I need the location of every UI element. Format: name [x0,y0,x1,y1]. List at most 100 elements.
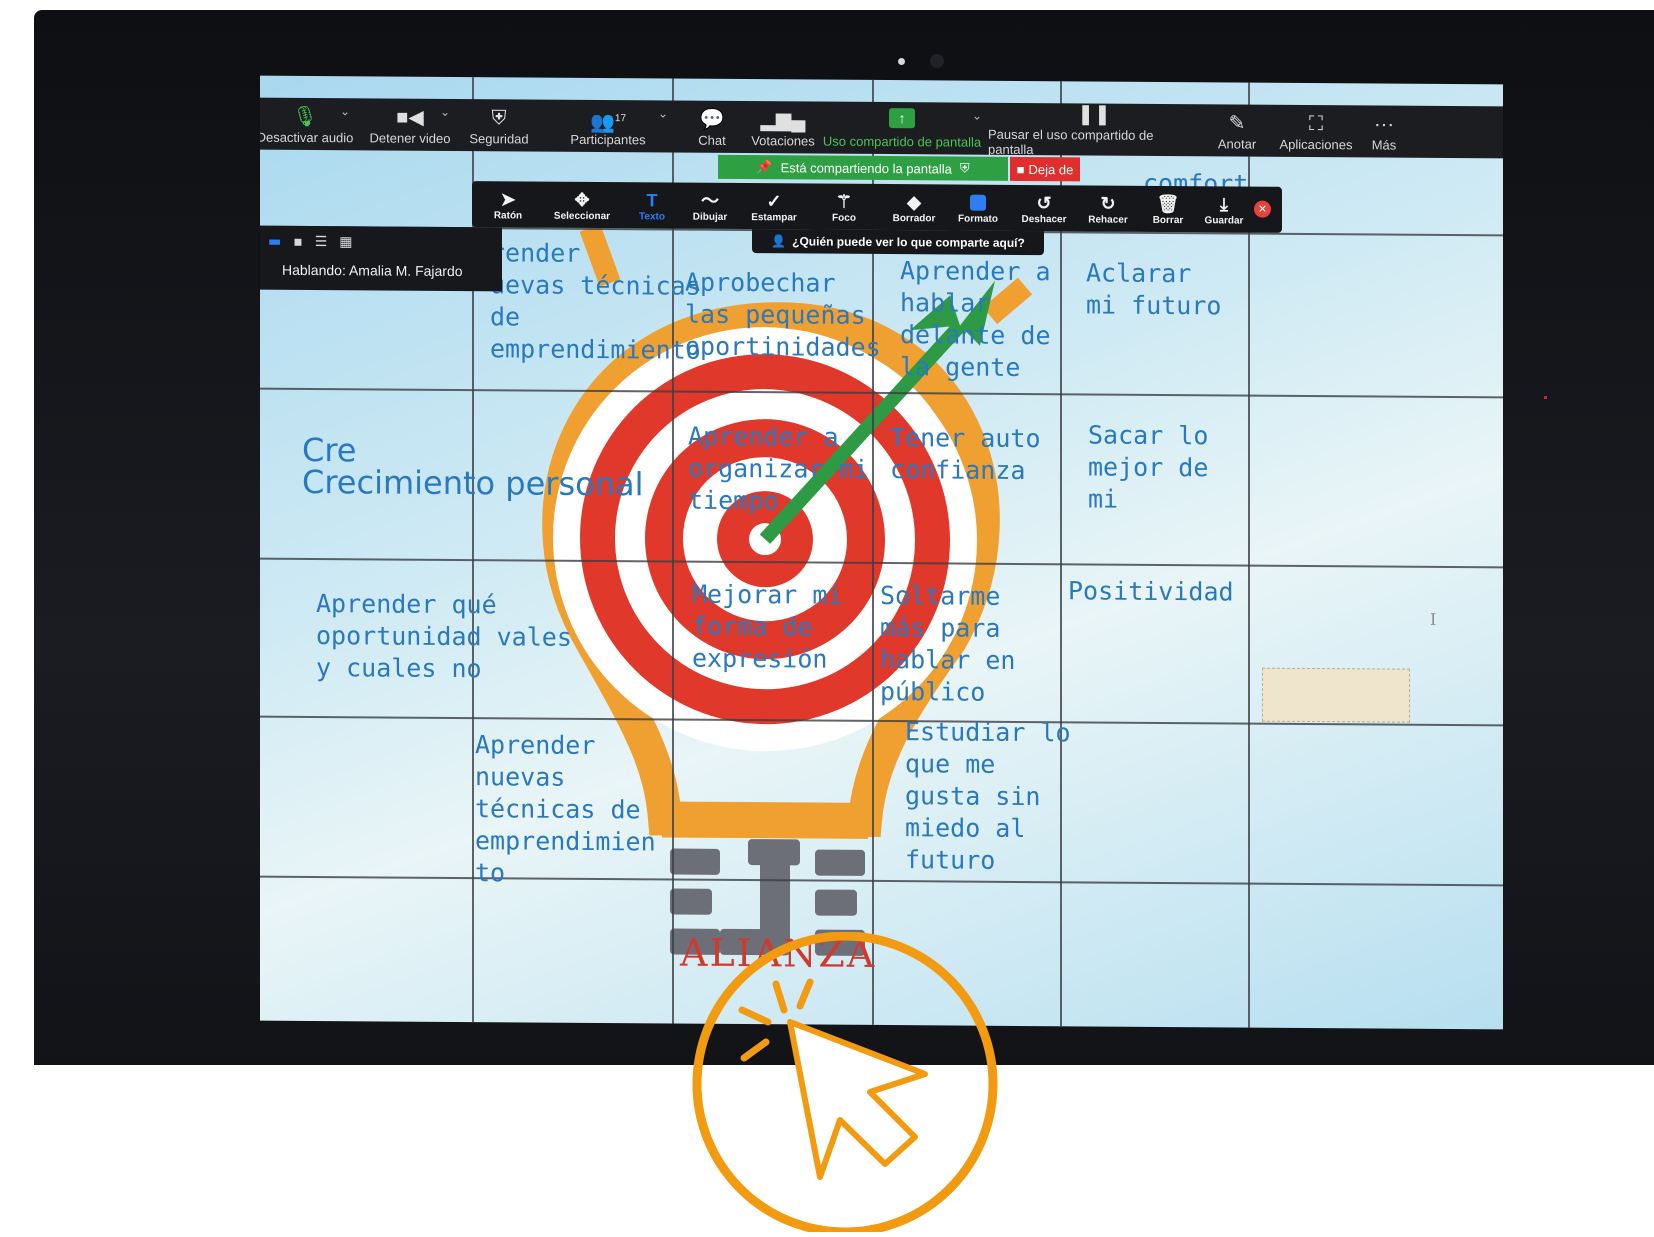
participants-icon: 👥17 [589,111,627,134]
board-cell-text[interactable]: Cre Crecimiento personal [302,431,643,503]
annotate-label: Anotar [1217,135,1257,152]
clear-button[interactable]: 🗑 Borrar [1136,188,1200,230]
chevron-down-icon[interactable]: ⌄ [972,109,982,123]
polls-label: Votaciones [751,132,815,149]
more-button[interactable]: ··· Más [1364,105,1404,157]
text-t-icon: T [646,189,658,210]
draw-tool-button[interactable]: 〜 Dibujar [678,185,742,227]
magic-wand-icon: ⚚ [835,191,853,212]
text-tool-button[interactable]: T Texto [620,184,684,226]
board-cell-text[interactable]: Positividad [1068,575,1234,608]
cursor-click-graphic [692,932,998,1232]
redo-label: Rehacer [1088,213,1128,226]
logo-bar-1 [670,848,720,875]
shield-check-icon: ⛨ [959,160,970,176]
pause-share-label: Pausar el uso compartido de pantalla [988,126,1154,158]
text-cursor-icon: I [1430,609,1437,629]
click-spark-1 [772,980,788,1014]
save-button[interactable]: ⤓ Guardar [1192,188,1256,230]
cursor-click-icon [787,1019,928,1180]
board-cell-text[interactable]: Tener auto confianza [890,422,1041,487]
spotlight-tool-button[interactable]: ⚚ Foco [812,186,876,228]
board-cell-text[interactable]: Aprender a hablar delante de la gente [900,255,1051,384]
draw-tool-label: Dibujar [692,211,728,223]
bulb-base-line [662,823,868,839]
undo-button[interactable]: ↺ Deshacer [1012,187,1076,229]
mic-icon: 🎙 [292,105,318,128]
undo-label: Deshacer [1021,213,1067,225]
stamp-tool-label: Estampar [751,211,797,223]
board-cell-text[interactable]: render uevas técnicas de emprendimiento [490,237,701,366]
mouse-pointer-icon: ➤ [500,188,516,209]
people-icon: 👤 [771,234,787,249]
board-cell-text[interactable]: Aprobechar las pequeñas oportinidades [685,267,881,364]
logo-bar-7 [815,849,865,876]
chevron-down-icon[interactable]: ⌄ [340,104,350,118]
board-cell-text[interactable]: Aprender a organizar mi tiempo [688,421,869,518]
mouse-tool-button[interactable]: ➤ Ratón [476,183,540,225]
shield-icon: ⛨ [491,106,507,129]
board-cell-text[interactable]: Sacar lo mejor de mi [1088,419,1208,516]
webcam-icon [930,54,944,68]
who-can-see-text: ¿Quién puede ver lo que comparte aquí? [792,234,1025,251]
security-button[interactable]: ⛨ Seguridad [464,99,534,151]
annotate-icon: ✎ [1228,111,1246,135]
sharing-status-banner: 📌 Está compartiendo la pantalla ⛨ [718,154,1008,181]
chevron-down-icon[interactable]: ⌄ [658,106,668,120]
video-icon: ■◀ [396,106,424,129]
annotation-toolbar: ➤ Ratón ✥ Seleccionar T Texto 〜 Dibujar … [472,181,1282,233]
apps-button[interactable]: ⛶ Aplicaciones [1278,105,1354,158]
redo-button[interactable]: ↻ Rehacer [1076,187,1140,229]
board-cell-text[interactable]: Aprender qué oportunidad vales y cuales … [316,588,572,686]
stop-share-button[interactable]: ■ Deja de [1010,156,1080,182]
apps-label: Aplicaciones [1279,136,1353,152]
participants-count: 17 [614,112,627,124]
single-view-icon[interactable]: ▪ [293,234,303,250]
board-cell-text[interactable]: Mejorar mi forma de expresión [692,579,843,676]
more-label: Más [1371,136,1397,153]
format-tool-label: Formato [958,213,998,225]
minimize-icon[interactable]: ▬ [268,234,281,250]
screen-speck [1544,396,1547,399]
logo-bar-8 [815,889,857,916]
selected-textbox[interactable] [1262,667,1410,723]
redo-icon: ↻ [1100,193,1116,214]
polls-button[interactable]: ▂▆▄ Votaciones [750,101,816,153]
move-icon: ✥ [574,189,590,210]
gallery-view-icon[interactable]: ▦ [339,234,352,250]
polls-icon: ▂▆▄ [760,108,806,131]
board-cell-text[interactable]: Aprender nuevas técnicas de emprendimien… [475,729,656,890]
chat-icon: 💬 [699,108,725,131]
board-cell-text[interactable]: Aclarar mi futuro [1086,257,1221,322]
clear-label: Borrar [1152,214,1184,226]
download-icon: ⤓ [1220,193,1228,214]
participants-button[interactable]: 👥17 Participantes [566,100,650,153]
annotate-button[interactable]: ✎ Anotar [1212,104,1262,156]
stop-square-icon: ■ [1016,161,1025,177]
stamp-tool-button[interactable]: ✓ Estampar [742,185,806,227]
stop-share-label: Deja de [1028,161,1074,177]
board-cell-text[interactable]: Estudiar lo que me gusta sin miedo al fu… [905,716,1071,877]
mouse-tool-label: Ratón [493,209,523,221]
eraser-tool-button[interactable]: ◆ Borrador [882,186,946,228]
share-screen-button[interactable]: ↑ Uso compartido de pantalla [822,102,982,155]
stop-video-label: Detener video [369,129,451,146]
close-annotation-icon[interactable]: ✕ [1254,200,1271,218]
chevron-down-icon[interactable]: ⌄ [440,105,450,119]
format-tool-button[interactable]: Formato [946,186,1010,228]
text-tool-label: Texto [639,210,665,222]
who-can-see-pill[interactable]: 👤 ¿Quién puede ver lo que comparte aquí? [752,229,1044,256]
click-spark-4 [740,1038,770,1062]
pin-icon: 📌 [756,159,773,175]
chat-button[interactable]: 💬 Chat [690,101,734,153]
undo-icon: ↺ [1036,192,1052,213]
participants-label: Participantes [570,131,646,147]
split-view-icon[interactable]: ☰ [315,234,328,250]
trash-icon: 🗑 [1156,193,1180,214]
select-tool-button[interactable]: ✥ Seleccionar [542,184,622,227]
pause-share-button[interactable]: ❚❚ Pausar el uso compartido de pantalla [988,103,1200,158]
sharing-status-text: Está compartiendo la pantalla [780,159,952,176]
view-options: ▬ ▪ ☰ ▦ [268,234,353,251]
board-cell-text[interactable]: Soltarme más para hablar en público [880,580,1015,709]
mute-label: Desactivar audio [260,129,354,145]
